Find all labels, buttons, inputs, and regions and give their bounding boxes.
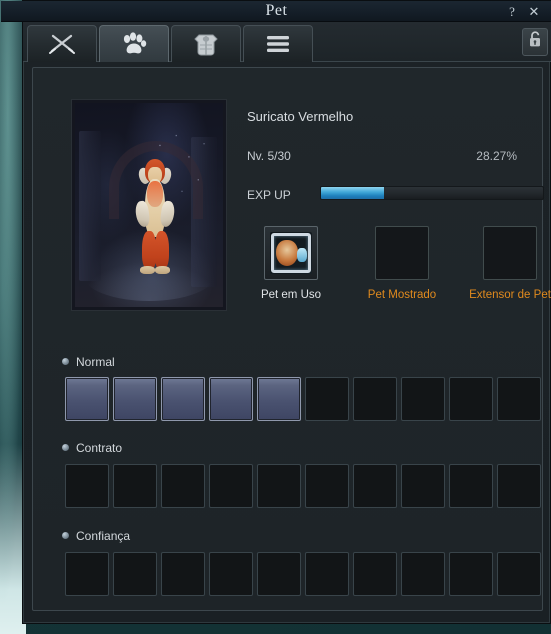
pet-creature-model [133, 159, 177, 283]
creature-chest [147, 181, 163, 207]
creature-foot-left [140, 266, 155, 274]
tab-menu[interactable] [243, 25, 313, 62]
equip-slot-pet-em-uso-group: Pet em Uso [231, 226, 351, 301]
pet-window: Pet ? ✕ Suricato Vermelho Nv. 5/30 28.27… [1, 0, 551, 624]
slot-confianca-10[interactable] [497, 552, 541, 596]
section-label-confianca: Confiança [76, 529, 131, 543]
equip-label-extensor-de-pet: Extensor de Pet [469, 289, 551, 301]
slot-contrato-1[interactable] [65, 464, 109, 508]
help-button[interactable]: ? [504, 3, 520, 20]
exp-progress-fill [321, 187, 384, 199]
bullet-dot-icon [62, 358, 69, 365]
exp-percent: 28.27% [476, 149, 517, 163]
tab-strip [23, 22, 551, 62]
equip-label-pet-em-uso: Pet em Uso [260, 289, 322, 301]
equip-slot-extensor-de-pet[interactable] [483, 226, 537, 280]
pet-card-frame [271, 233, 311, 273]
exp-progress-bar [320, 186, 544, 200]
armor-chestplate-icon [193, 31, 219, 57]
hamburger-menu-icon [264, 34, 292, 54]
slot-contrato-3[interactable] [161, 464, 205, 508]
pet-content-panel: Suricato Vermelho Nv. 5/30 28.27% EXP UP… [32, 67, 551, 611]
paw-print-icon [121, 32, 147, 56]
page-title: Pet [265, 2, 288, 19]
lock-toggle-button[interactable] [522, 28, 548, 56]
equip-slot-pet-mostrado[interactable] [375, 226, 429, 280]
slot-row-normal [65, 377, 541, 421]
equip-label-pet-mostrado: Pet Mostrado [367, 289, 437, 301]
slot-contrato-9[interactable] [449, 464, 493, 508]
pet-card-icon [270, 232, 312, 274]
creature-leg-right [155, 231, 169, 269]
section-header-normal: Normal [62, 355, 115, 369]
bullet-dot-icon [62, 532, 69, 539]
slot-confianca-2[interactable] [113, 552, 157, 596]
window-title-bar[interactable]: Pet ? ✕ [1, 1, 551, 22]
slot-confianca-1[interactable] [65, 552, 109, 596]
slot-contrato-6[interactable] [305, 464, 349, 508]
portrait-scene [75, 103, 223, 307]
section-label-contrato: Contrato [76, 441, 123, 455]
section-header-confianca: Confiança [62, 529, 130, 543]
slot-normal-4[interactable] [209, 377, 253, 421]
exp-up-label: EXP UP [247, 188, 291, 202]
pet-name: Suricato Vermelho [247, 109, 354, 124]
slot-contrato-4[interactable] [209, 464, 253, 508]
pet-level: Nv. 5/30 [247, 149, 291, 163]
slot-confianca-4[interactable] [209, 552, 253, 596]
slot-confianca-3[interactable] [161, 552, 205, 596]
slot-contrato-2[interactable] [113, 464, 157, 508]
close-button[interactable]: ✕ [526, 3, 542, 20]
slot-row-contrato [65, 464, 541, 508]
slot-normal-9[interactable] [449, 377, 493, 421]
slot-normal-8[interactable] [401, 377, 445, 421]
pet-portrait [71, 99, 227, 311]
equip-slot-extensor-de-pet-group: Extensor de Pet [450, 226, 551, 301]
slot-row-confianca [65, 552, 541, 596]
slot-contrato-5[interactable] [257, 464, 301, 508]
slot-normal-1[interactable] [65, 377, 109, 421]
slot-normal-7[interactable] [353, 377, 397, 421]
tab-gear[interactable] [171, 25, 241, 62]
slot-confianca-8[interactable] [401, 552, 445, 596]
slot-confianca-7[interactable] [353, 552, 397, 596]
slot-confianca-6[interactable] [305, 552, 349, 596]
unlocked-padlock-icon [528, 31, 543, 53]
slot-normal-2[interactable] [113, 377, 157, 421]
slot-normal-3[interactable] [161, 377, 205, 421]
slot-contrato-7[interactable] [353, 464, 397, 508]
section-label-normal: Normal [76, 355, 115, 369]
crossed-swords-icon [48, 32, 76, 56]
equip-slot-pet-em-uso[interactable] [264, 226, 318, 280]
tab-combat[interactable] [27, 25, 97, 62]
section-header-contrato: Contrato [62, 441, 122, 455]
slot-confianca-9[interactable] [449, 552, 493, 596]
creature-leg-left [142, 231, 156, 269]
slot-normal-5[interactable] [257, 377, 301, 421]
slot-normal-6[interactable] [305, 377, 349, 421]
tab-pet[interactable] [99, 25, 169, 62]
creature-foot-right [155, 266, 170, 274]
slot-normal-10[interactable] [497, 377, 541, 421]
bullet-dot-icon [62, 444, 69, 451]
slot-confianca-5[interactable] [257, 552, 301, 596]
slot-contrato-10[interactable] [497, 464, 541, 508]
equip-slot-pet-mostrado-group: Pet Mostrado [342, 226, 462, 301]
slot-contrato-8[interactable] [401, 464, 445, 508]
